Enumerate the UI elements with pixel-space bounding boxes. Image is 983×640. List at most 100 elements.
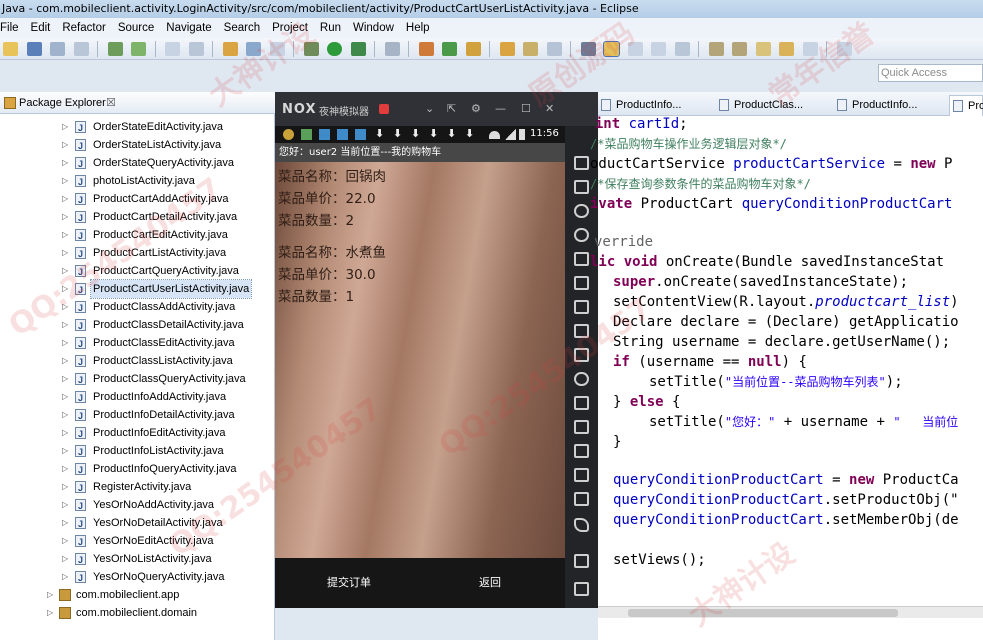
code-line[interactable]: setContentView(R.layout.productcart_list… <box>613 292 959 312</box>
expand-arrow-icon[interactable]: ▷ <box>62 280 68 298</box>
home-icon[interactable] <box>574 554 589 568</box>
editor-tab[interactable]: ProductClas... <box>716 95 803 116</box>
tree-file-item[interactable]: ▷ OrderStateQueryActivity.java <box>0 154 275 173</box>
pin-icon[interactable]: ⇱ <box>447 102 456 115</box>
expand-arrow-icon[interactable]: ▷ <box>62 514 68 532</box>
expand-arrow-icon[interactable]: ▷ <box>62 568 68 586</box>
tree-file-item[interactable]: ▷ ProductCartQueryActivity.java <box>0 262 275 281</box>
new-java-project-icon[interactable] <box>418 42 434 56</box>
close-icon[interactable]: ✕ <box>545 102 554 115</box>
new-package-icon[interactable] <box>222 42 238 56</box>
scrollbar-thumb[interactable] <box>628 609 898 617</box>
tree-file-item[interactable]: ▷ photoListActivity.java <box>0 172 275 191</box>
tree-file-item[interactable]: ▷ ProductClassEditActivity.java <box>0 334 275 353</box>
code-line[interactable]: setTitle("您好：" + username + " 当前位 <box>649 412 958 432</box>
save-icon[interactable] <box>26 42 42 56</box>
menu-project[interactable]: Project <box>266 18 314 38</box>
expand-arrow-icon[interactable]: ▷ <box>62 424 68 442</box>
tree-file-item[interactable]: ▷ OrderStateEditActivity.java <box>0 118 275 137</box>
new-file-icon[interactable] <box>269 42 285 56</box>
scissors-icon[interactable] <box>574 204 589 218</box>
code-line[interactable]: lic void onCreate(Bundle savedInstanceSt… <box>590 252 944 272</box>
tree-file-item[interactable]: ▷ YesOrNoListActivity.java <box>0 550 275 569</box>
run-icon[interactable] <box>327 42 342 56</box>
back-icon[interactable] <box>779 42 794 56</box>
expand-arrow-icon[interactable]: ▷ <box>62 118 68 136</box>
horizontal-scrollbar[interactable] <box>598 606 983 618</box>
expand-arrow-icon[interactable]: ▷ <box>62 244 68 262</box>
editor-tab[interactable]: ProductInfo... <box>834 95 917 116</box>
tree-file-item[interactable]: ▷ ProductInfoQueryActivity.java <box>0 460 275 479</box>
expand-arrow-icon[interactable]: ▷ <box>62 532 68 550</box>
next-annotation-icon[interactable] <box>708 42 724 56</box>
package-explorer-tab[interactable]: Package Explorer ☒ <box>0 92 275 114</box>
menu-run[interactable]: Run <box>314 18 347 38</box>
fullscreen-icon[interactable] <box>574 276 589 290</box>
expand-arrow-icon[interactable]: ▷ <box>62 370 68 388</box>
expand-arrow-icon[interactable]: ▷ <box>62 460 68 478</box>
code-line[interactable]: int cartId; <box>578 114 688 134</box>
tree-file-item[interactable]: ▷ ProductCartDetailActivity.java <box>0 208 275 227</box>
phone-icon[interactable] <box>574 156 589 170</box>
settings-icon[interactable]: ⚙ <box>471 102 481 115</box>
menu-window[interactable]: Window <box>347 18 400 38</box>
apk-install-icon[interactable] <box>574 348 589 362</box>
recent-apps-icon[interactable] <box>574 582 589 596</box>
minimize-icon[interactable]: — <box>495 102 506 115</box>
code-line[interactable]: super.onCreate(savedInstanceState); <box>613 272 908 292</box>
tree-package-item[interactable]: ▷ com.mobileclient.domain <box>0 604 275 622</box>
expand-arrow-icon[interactable]: ▷ <box>62 334 68 352</box>
new-class-icon[interactable] <box>246 42 261 56</box>
expand-arrow-icon[interactable]: ▷ <box>62 208 68 226</box>
code-line[interactable]: } <box>613 432 621 452</box>
submit-order-button[interactable]: 提交订单 <box>327 558 371 608</box>
block-select-icon[interactable] <box>651 42 666 56</box>
code-line[interactable]: } else { <box>613 392 680 412</box>
tree-file-item[interactable]: ▷ ProductClassListActivity.java <box>0 352 275 371</box>
back-nav-icon[interactable] <box>574 518 589 532</box>
record-icon[interactable] <box>379 104 389 114</box>
new-java-class-icon[interactable] <box>442 42 457 56</box>
open-folder-icon[interactable] <box>523 42 538 56</box>
wizard-icon[interactable] <box>188 42 204 56</box>
menu-edit[interactable]: Edit <box>25 18 57 38</box>
menu-source[interactable]: Source <box>112 18 160 38</box>
tree-file-item[interactable]: ▷ OrderStateListActivity.java <box>0 136 275 155</box>
new-interface-icon[interactable] <box>465 42 481 56</box>
multi-instance-icon[interactable] <box>574 444 589 458</box>
code-line[interactable]: queryConditionProductCart.setProductObj(… <box>613 490 959 510</box>
tree-file-item[interactable]: ▷ ProductInfoDetailActivity.java <box>0 406 275 425</box>
keyboard-icon[interactable] <box>574 252 589 266</box>
tree-file-item[interactable]: ▷ ProductCartUserListActivity.java <box>0 279 275 299</box>
menu-search[interactable]: Search <box>218 18 266 38</box>
search-icon[interactable] <box>384 42 400 56</box>
editor-tab[interactable]: ProductInfo... <box>598 95 681 116</box>
back-button[interactable]: 返回 <box>479 558 501 608</box>
save-all-icon[interactable] <box>50 42 65 56</box>
mark-occurrences-icon[interactable] <box>580 42 596 56</box>
checkbox-icon[interactable] <box>165 42 180 56</box>
expand-arrow-icon[interactable]: ▷ <box>62 496 68 514</box>
expand-arrow-icon[interactable]: ▷ <box>47 604 53 622</box>
expand-arrow-icon[interactable]: ▷ <box>62 190 68 208</box>
robot-icon[interactable] <box>574 180 589 194</box>
code-line[interactable]: Declare declare = (Declare) getApplicati… <box>613 312 959 332</box>
code-line[interactable]: setViews(); <box>613 550 706 570</box>
expand-arrow-icon[interactable]: ▷ <box>62 262 68 280</box>
toggle-breadcrumb-icon[interactable] <box>674 42 690 56</box>
code-line[interactable]: if (username == null) { <box>613 352 807 372</box>
expand-arrow-icon[interactable]: ▷ <box>62 172 68 190</box>
tree-file-item[interactable]: ▷ ProductCartAddActivity.java <box>0 190 275 209</box>
highlight-icon[interactable] <box>603 41 620 57</box>
expand-arrow-icon[interactable]: ▷ <box>62 550 68 568</box>
previous-annotation-icon[interactable] <box>732 42 747 56</box>
tree-file-item[interactable]: ▷ ProductClassAddActivity.java <box>0 298 275 317</box>
tree-file-item[interactable]: ▷ ProductInfoListActivity.java <box>0 442 275 461</box>
quick-access-input[interactable]: Quick Access <box>878 64 983 82</box>
screen-record-icon[interactable] <box>574 492 589 506</box>
print-icon[interactable] <box>73 42 89 56</box>
last-edit-icon[interactable] <box>755 42 771 56</box>
android-avd-icon[interactable] <box>131 42 146 56</box>
tree-file-item[interactable]: ▷ YesOrNoDetailActivity.java <box>0 514 275 533</box>
run-external-icon[interactable] <box>350 42 366 56</box>
